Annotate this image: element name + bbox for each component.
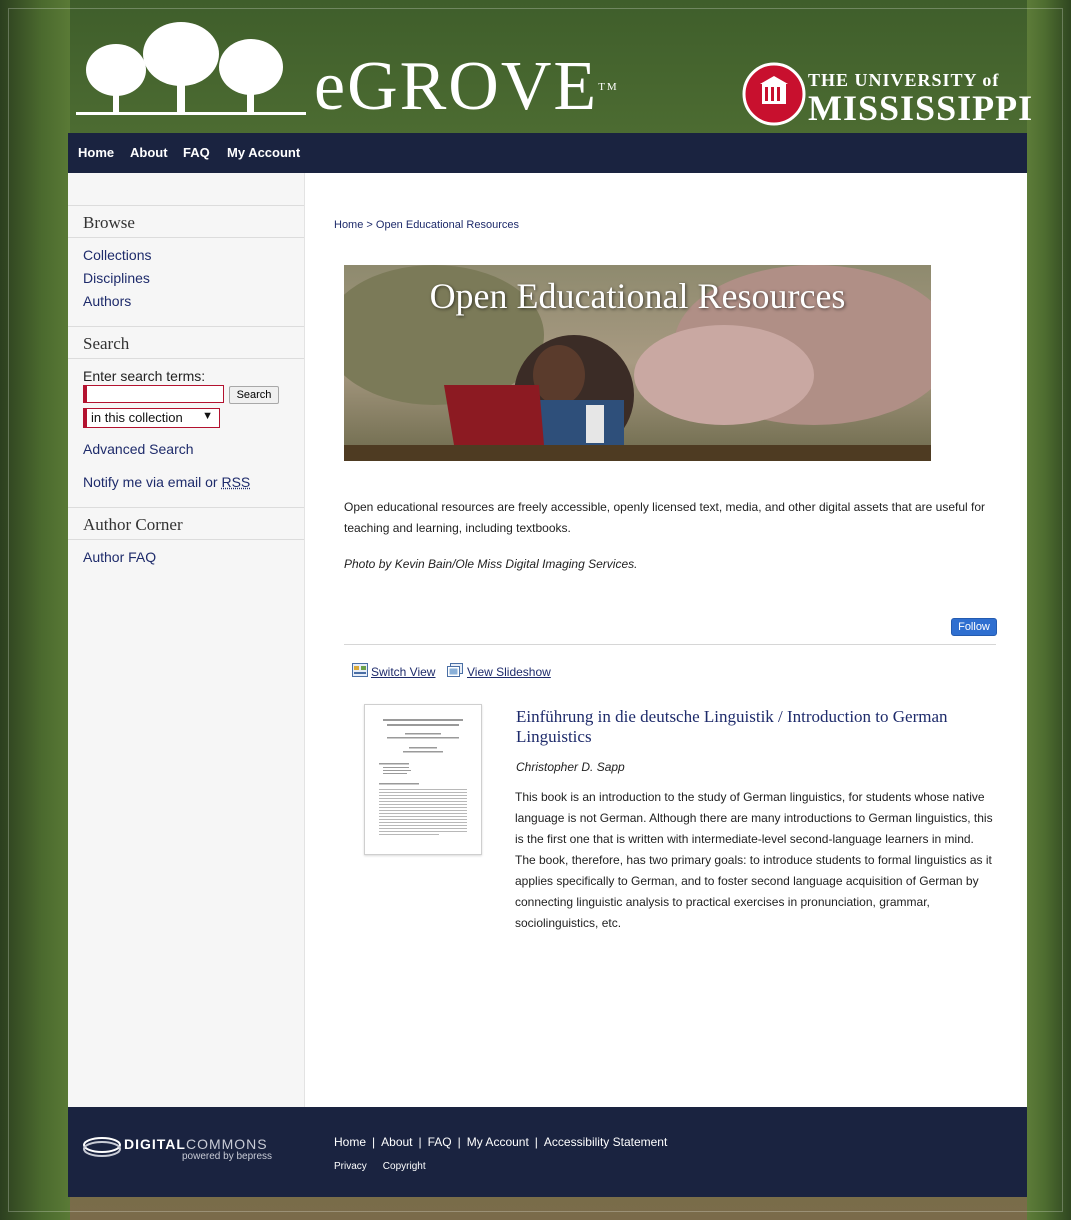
search-heading: Search	[68, 326, 304, 359]
footer-copyright[interactable]: Copyright	[383, 1161, 426, 1172]
item-abstract: This book is an introduction to the stud…	[515, 790, 993, 930]
dc-bold: DIGITAL	[124, 1136, 186, 1152]
footer-home[interactable]: Home	[334, 1135, 366, 1149]
author-faq-link[interactable]: Author FAQ	[83, 549, 156, 565]
collection-banner: Open Educational Resources	[344, 265, 931, 461]
notify-link[interactable]: Notify me via email or RSS	[83, 474, 250, 490]
breadcrumb-sep: >	[363, 219, 376, 231]
breadcrumb-home[interactable]: Home	[334, 219, 363, 231]
egrove-logo[interactable]: eGROVETM	[314, 52, 619, 122]
trees-logo-icon	[76, 22, 306, 115]
search-scope-select[interactable]: in this collection ▼	[83, 408, 220, 428]
document-thumbnail-icon	[379, 719, 467, 835]
digital-commons-wordmark: DIGITALCOMMONS	[124, 1136, 268, 1152]
item-thumbnail[interactable]	[364, 704, 482, 855]
footer-sub-links: Privacy Copyright	[334, 1161, 426, 1172]
sidebar-link-disciplines[interactable]: Disciplines	[83, 270, 150, 286]
separator: |	[372, 1135, 376, 1149]
follow-button[interactable]: Follow	[951, 618, 997, 636]
university-name: MISSISSIPPI	[808, 88, 1034, 128]
rss-abbr[interactable]: RSS	[221, 474, 250, 490]
powered-by: powered by bepress	[182, 1151, 273, 1162]
site-footer: DIGITALCOMMONS powered by bepress Home | A…	[68, 1107, 1027, 1197]
nav-my-account[interactable]: My Account	[227, 145, 300, 160]
footer-privacy[interactable]: Privacy	[334, 1161, 367, 1172]
author-corner-heading: Author Corner	[68, 507, 304, 540]
breadcrumb-current[interactable]: Open Educational Resources	[376, 219, 519, 231]
footer-accessibility[interactable]: Accessibility Statement	[544, 1135, 667, 1149]
scope-selected-value: in this collection	[91, 410, 183, 425]
browse-heading: Browse	[68, 205, 304, 238]
footer-links: Home | About | FAQ | My Account | Accessibility …	[334, 1135, 667, 1149]
university-wordmark[interactable]: THE UNIVERSITY of MISSISSIPPI	[808, 70, 1034, 128]
trademark: TM	[598, 81, 619, 93]
separator: |	[418, 1135, 422, 1149]
advanced-search-link[interactable]: Advanced Search	[83, 441, 194, 457]
slideshow-icon[interactable]	[447, 663, 463, 677]
banner-title: Open Educational Resources	[429, 276, 846, 316]
university-seal-icon	[742, 62, 806, 126]
nav-faq[interactable]: FAQ	[183, 145, 210, 160]
main-container: Browse Collections Disciplines Authors S…	[68, 173, 1027, 1107]
breadcrumb: Home > Open Educational Resources	[334, 219, 519, 231]
footer-faq[interactable]: FAQ	[428, 1135, 452, 1149]
top-nav: Home About FAQ My Account	[68, 133, 1027, 173]
search-label: Enter search terms:	[83, 368, 206, 384]
search-button[interactable]: Search	[229, 386, 279, 404]
sidebar-link-collections[interactable]: Collections	[83, 247, 151, 263]
site-header: eGROVETM THE UNIVERSITY of MISSISSIPPI	[68, 0, 1032, 133]
item-author: Christopher D. Sapp	[516, 760, 625, 774]
switch-view-icon[interactable]	[352, 663, 368, 677]
switch-view-link[interactable]: Switch View	[371, 665, 435, 679]
view-slideshow-link[interactable]: View Slideshow	[467, 665, 551, 679]
item-title-link[interactable]: Einführung in die deutsche Linguistik / …	[516, 707, 996, 747]
separator: |	[457, 1135, 461, 1149]
divider	[344, 644, 996, 645]
dc-thin: COMMONS	[185, 1136, 268, 1152]
dropdown-arrow-icon: ▼	[202, 410, 213, 422]
notify-text: Notify me via email or	[83, 474, 222, 490]
photo-credit: Photo by Kevin Bain/Ole Miss Digital Ima…	[344, 557, 638, 571]
search-input[interactable]	[83, 385, 224, 403]
separator: |	[534, 1135, 538, 1149]
nav-about[interactable]: About	[130, 145, 168, 160]
collection-description: Open educational resources are freely ac…	[344, 500, 986, 535]
footer-my-account[interactable]: My Account	[467, 1135, 529, 1149]
footer-about[interactable]: About	[381, 1135, 412, 1149]
sidebar-link-authors[interactable]: Authors	[83, 293, 131, 309]
sidebar: Browse Collections Disciplines Authors S…	[68, 173, 305, 1107]
nav-home[interactable]: Home	[78, 145, 114, 160]
